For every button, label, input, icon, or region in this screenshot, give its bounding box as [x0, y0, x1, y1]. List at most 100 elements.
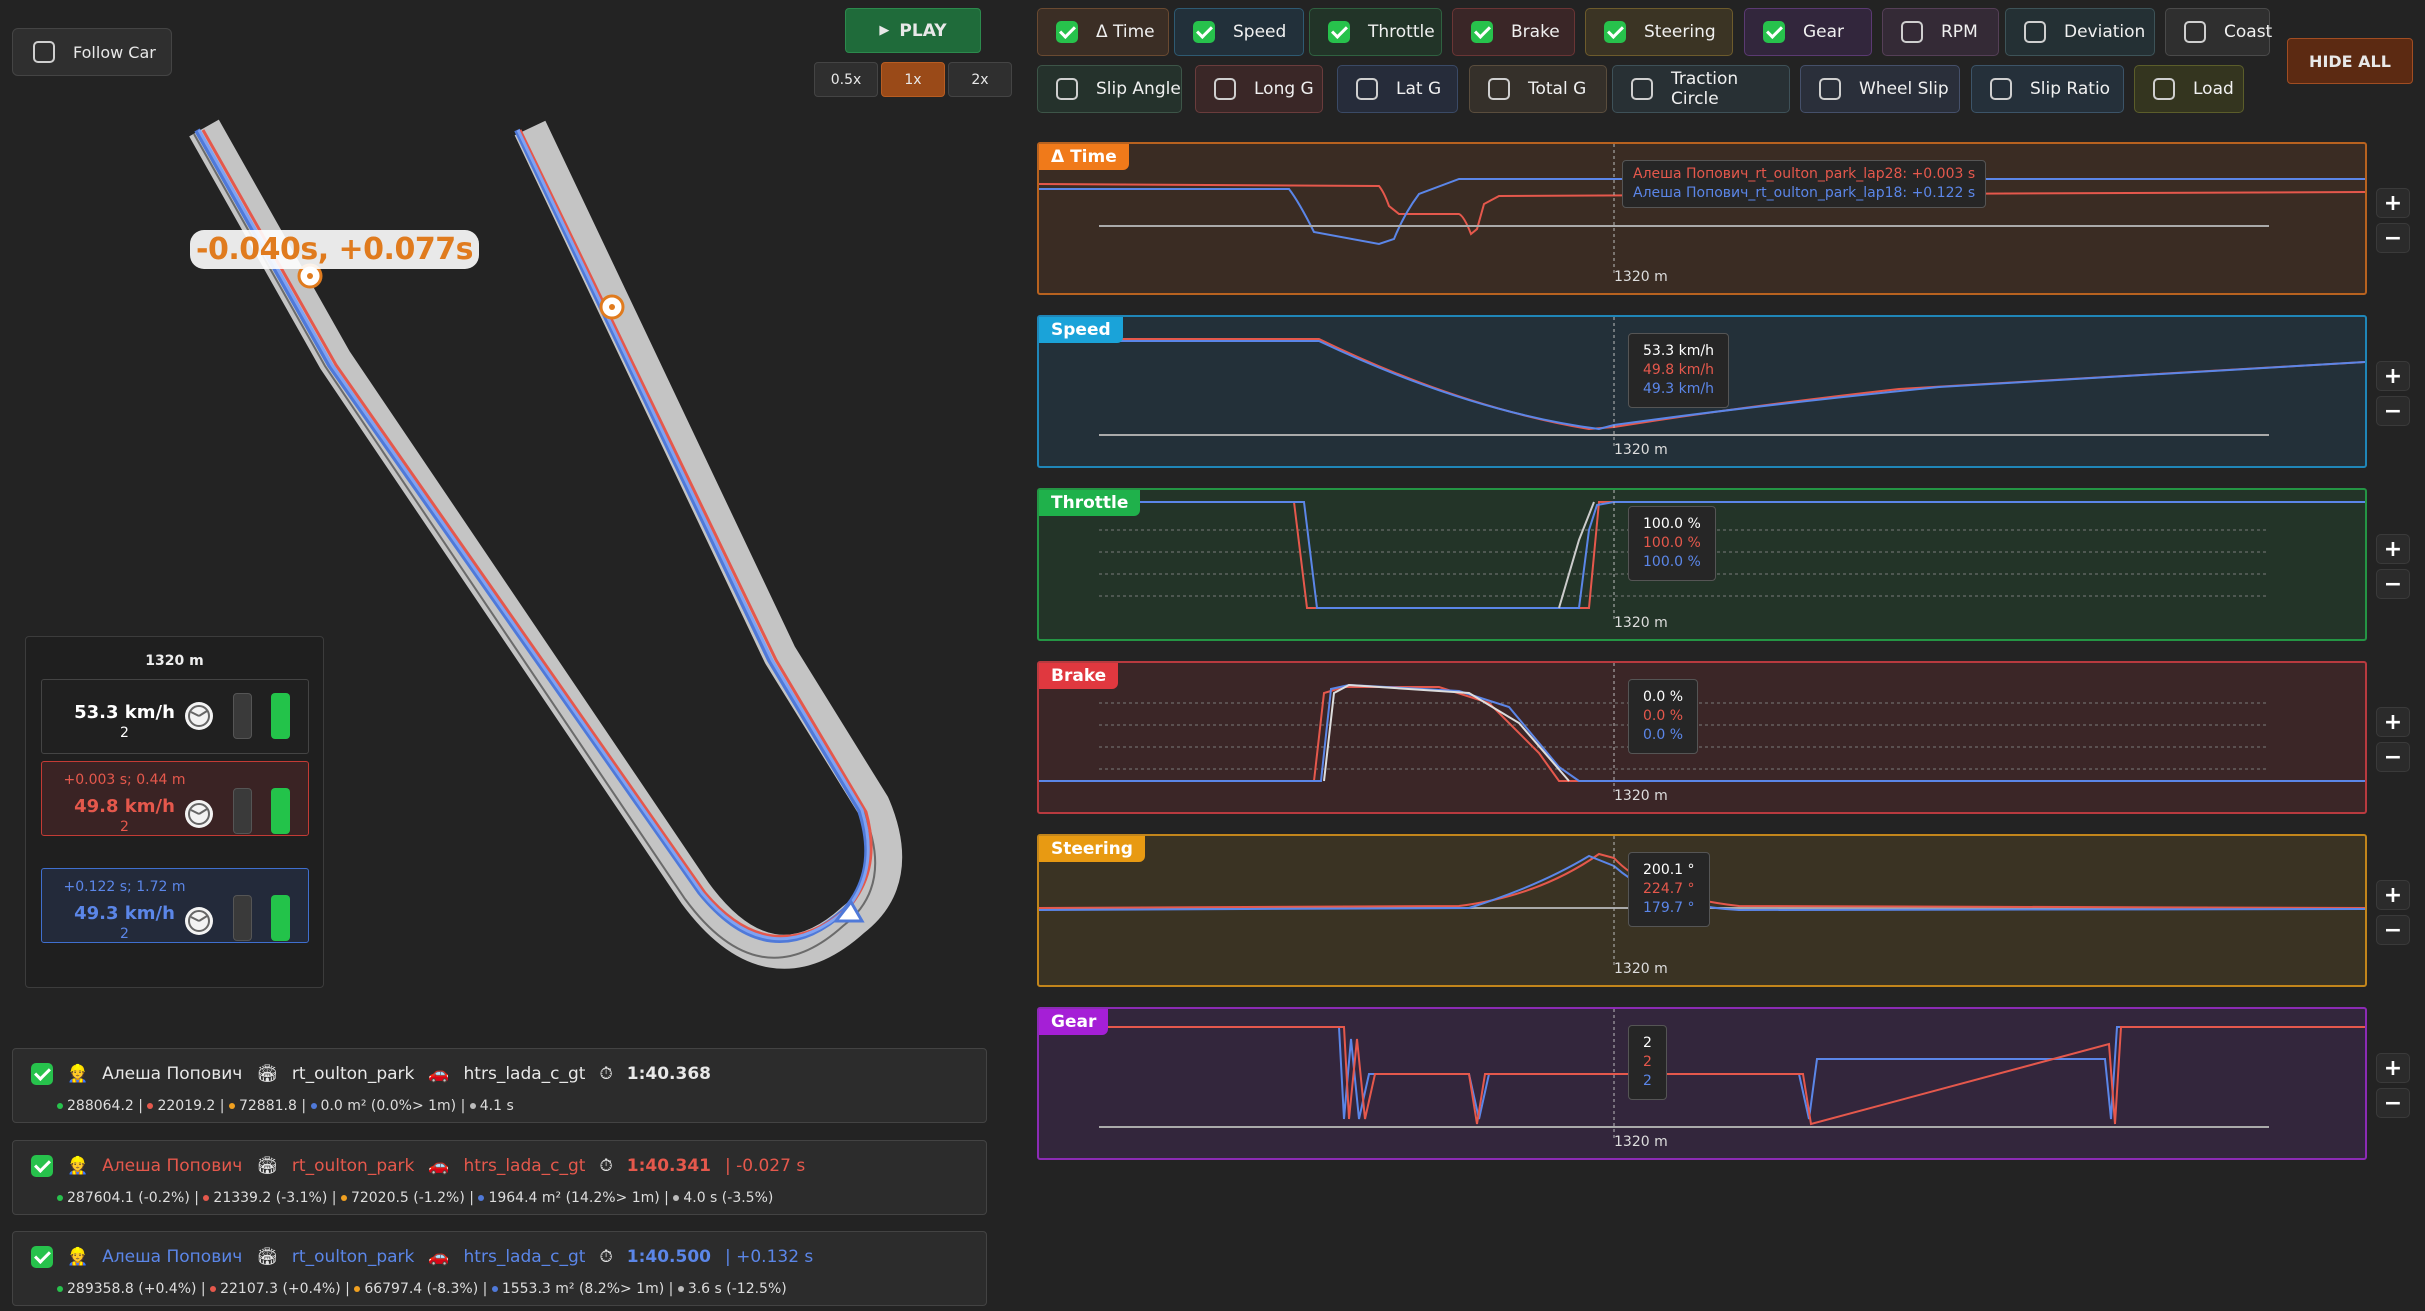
zoom-out-button[interactable]: − — [2376, 396, 2410, 426]
chart-gear[interactable] — [1039, 1009, 2365, 1158]
driver-icon: 👷 — [67, 1064, 89, 1084]
toggle-label: Traction Circle — [1671, 69, 1739, 109]
toggle-checkbox[interactable] — [1631, 78, 1653, 100]
toggle-checkbox[interactable] — [1604, 21, 1626, 43]
toggle-checkbox[interactable] — [1990, 78, 2012, 100]
toggle-slip-angle[interactable]: Slip Angle — [1037, 65, 1182, 113]
series-line — [1323, 683, 1570, 782]
toggle-checkbox[interactable] — [1193, 21, 1215, 43]
car-delta: +0.003 s; 0.44 m — [63, 772, 186, 788]
toggle-steering[interactable]: Steering — [1585, 8, 1733, 56]
zoom-out-button[interactable]: − — [2376, 915, 2410, 945]
track-icon: 🏟 — [256, 1156, 278, 1176]
toggle-checkbox[interactable] — [1471, 21, 1493, 43]
toggle-checkbox[interactable] — [1488, 78, 1510, 100]
hide-all-button[interactable]: HIDE ALL — [2287, 38, 2413, 84]
series-line — [1558, 501, 1595, 609]
toggle-checkbox[interactable] — [2153, 78, 2175, 100]
stat-dot — [340, 1195, 347, 1201]
toggle-time[interactable]: Δ Time — [1037, 8, 1169, 56]
tooltip-line: 49.3 km/h — [1643, 381, 1714, 397]
lap-stat: 289358.8 (+0.4%) — [67, 1281, 197, 1297]
panel-steering[interactable]: Steering 200.1 ° 224.7 ° 179.7 ° 1320 m — [1037, 834, 2367, 987]
timer-icon: ⏱ — [599, 1247, 613, 1267]
zoom-in-button[interactable]: + — [2376, 707, 2410, 737]
toggle-checkbox[interactable] — [1901, 21, 1923, 43]
lap-card[interactable]: 👷 Алеша Попович 🏟 rt_oulton_park 🚗 htrs_lada_… — [12, 1231, 987, 1306]
track-icon: 🏟 — [256, 1064, 278, 1084]
lap-card[interactable]: 👷 Алеша Попович 🏟 rt_oulton_park 🚗 htrs_lada_… — [12, 1048, 987, 1123]
lap-delta: | +0.132 s — [724, 1247, 814, 1267]
toggle-checkbox[interactable] — [2024, 21, 2046, 43]
zoom-in-button[interactable]: + — [2376, 534, 2410, 564]
stat-dot — [147, 1103, 154, 1109]
toggle-checkbox[interactable] — [1763, 21, 1785, 43]
throttle-bar — [271, 895, 290, 941]
zoom-out-button[interactable]: − — [2376, 742, 2410, 772]
toggle-deviation[interactable]: Deviation — [2005, 8, 2155, 56]
toggle-checkbox[interactable] — [2184, 21, 2206, 43]
toggle-wheel-slip[interactable]: Wheel Slip — [1800, 65, 1960, 113]
toggle-throttle[interactable]: Throttle — [1309, 8, 1442, 56]
toggle-label: Load — [2193, 79, 2234, 99]
lap-card[interactable]: 👷 Алеша Попович 🏟 rt_oulton_park 🚗 htrs_lada_… — [12, 1140, 987, 1215]
zoom-out-button[interactable]: − — [2376, 569, 2410, 599]
brake-bar — [233, 788, 252, 834]
lap-stat: 3.6 s (-12.5%) — [687, 1281, 787, 1297]
steering-wheel-icon — [185, 907, 213, 935]
toggle-rpm[interactable]: RPM — [1882, 8, 1999, 56]
play-button[interactable]: ▶ PLAY — [845, 8, 981, 53]
toggle-checkbox[interactable] — [1056, 78, 1078, 100]
stat-dot — [203, 1195, 210, 1201]
toggle-speed[interactable]: Speed — [1174, 8, 1304, 56]
panel-dtime[interactable]: Δ Time Алеша Попович_rt_oulton_park_lap28… — [1037, 142, 2367, 295]
tooltip-brake: 0.0 % 0.0 % 0.0 % — [1628, 679, 1699, 754]
panel-throttle[interactable]: Throttle 100.0 % 100.0 % 100.0 % 1320 m — [1037, 488, 2367, 641]
car-icon: 🚗 — [428, 1064, 450, 1084]
follow-car-toggle[interactable]: Follow Car — [12, 28, 172, 76]
tooltip-line: Алеша Попович_rt_oulton_park_lap18: +0.1… — [1633, 185, 1976, 201]
lap-visible-checkbox[interactable] — [31, 1063, 53, 1085]
panel-title: Brake — [1039, 663, 1119, 689]
stat-dot — [310, 1103, 317, 1109]
zoom-in-button[interactable]: + — [2376, 880, 2410, 910]
follow-car-checkbox[interactable] — [33, 41, 55, 63]
toggle-checkbox[interactable] — [1819, 78, 1841, 100]
stat-dot — [57, 1195, 63, 1201]
zoom-out-button[interactable]: − — [2376, 1088, 2410, 1118]
toggle-gear[interactable]: Gear — [1744, 8, 1872, 56]
zoom-in-button[interactable]: + — [2376, 361, 2410, 391]
lap-stat: 72020.5 (-1.2%) — [350, 1190, 465, 1206]
toggle-long-g[interactable]: Long G — [1195, 65, 1323, 113]
lap-stat: 22019.2 — [157, 1098, 216, 1114]
toggle-checkbox[interactable] — [1214, 78, 1236, 100]
tooltip-line: 100.0 % — [1643, 554, 1701, 570]
speed-2x-button[interactable]: 2x — [948, 62, 1012, 97]
stat-dot — [228, 1103, 235, 1109]
zoom-in-button[interactable]: + — [2376, 1053, 2410, 1083]
toggle-brake[interactable]: Brake — [1452, 8, 1575, 56]
zoom-out-button[interactable]: − — [2376, 223, 2410, 253]
lap-car: htrs_lada_c_gt — [463, 1156, 586, 1176]
panel-speed[interactable]: Speed 53.3 km/h 49.8 km/h 49.3 km/h 1320 m — [1037, 315, 2367, 468]
panel-brake[interactable]: Brake 0.0 % 0.0 % 0.0 % 1320 m — [1037, 661, 2367, 814]
zoom-in-button[interactable]: + — [2376, 188, 2410, 218]
toggle-coast[interactable]: Coast — [2165, 8, 2272, 56]
toggle-checkbox[interactable] — [1056, 21, 1078, 43]
toggle-checkbox[interactable] — [1328, 21, 1350, 43]
driver-icon: 👷 — [67, 1156, 89, 1176]
lap-visible-checkbox[interactable] — [31, 1155, 53, 1177]
panel-gear[interactable]: Gear 2 2 2 1320 m — [1037, 1007, 2367, 1160]
toggle-traction-circle[interactable]: Traction Circle — [1612, 65, 1790, 113]
toggle-slip-ratio[interactable]: Slip Ratio — [1971, 65, 2124, 113]
toggle-checkbox[interactable] — [1356, 78, 1378, 100]
toggle-load[interactable]: Load — [2134, 65, 2244, 113]
chart-brake[interactable] — [1039, 663, 2365, 812]
lap-visible-checkbox[interactable] — [31, 1246, 53, 1268]
tooltip-line: 0.0 % — [1643, 708, 1684, 724]
toggle-total-g[interactable]: Total G — [1469, 65, 1607, 113]
speed-0.5x-button[interactable]: 0.5x — [814, 62, 878, 97]
speed-1x-button[interactable]: 1x — [881, 62, 945, 97]
toggle-label: Slip Ratio — [2030, 79, 2111, 99]
toggle-lat-g[interactable]: Lat G — [1337, 65, 1458, 113]
